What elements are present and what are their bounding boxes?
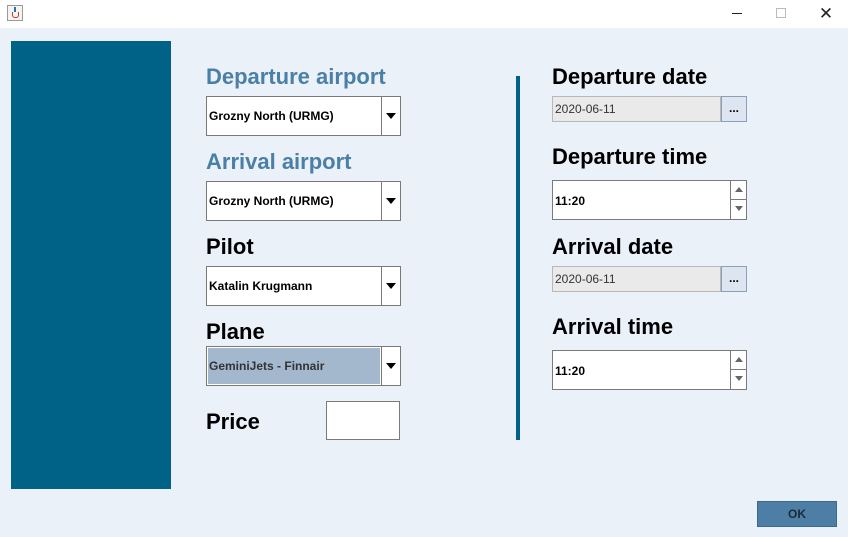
- plane-label: Plane: [206, 319, 265, 344]
- pilot-label: Pilot: [206, 234, 254, 259]
- arrival-airport-value: Grozny North (URMG): [209, 194, 334, 208]
- close-icon: ✕: [818, 4, 834, 24]
- minimize-button[interactable]: [714, 0, 760, 28]
- chevron-up-icon: [735, 187, 743, 192]
- departure-airport-label: Departure airport: [206, 64, 386, 89]
- arrival-time-label: Arrival time: [552, 314, 674, 339]
- departure-time-decrement-button[interactable]: [730, 200, 746, 219]
- arrival-date-value: 2020-06-11: [555, 272, 616, 286]
- arrival-time-spinner[interactable]: 11:20: [552, 350, 747, 390]
- departure-time-label: Departure time: [552, 144, 708, 169]
- arrival-date-field[interactable]: 2020-06-11: [552, 266, 721, 292]
- chevron-down-icon: [735, 376, 743, 381]
- plane-combo[interactable]: GeminiJets - Finnair: [206, 346, 401, 386]
- departure-airport-value: Grozny North (URMG): [209, 109, 334, 123]
- departure-date-value: 2020-06-11: [555, 102, 616, 116]
- plane-dropdown-button[interactable]: [381, 347, 400, 385]
- close-button[interactable]: ✕: [803, 0, 848, 28]
- chevron-down-icon: [386, 283, 396, 289]
- chevron-down-icon: [386, 363, 396, 369]
- column-divider: [516, 76, 520, 440]
- chevron-down-icon: [386, 198, 396, 204]
- price-label: Price: [206, 409, 260, 434]
- arrival-date-label: Arrival date: [552, 234, 674, 259]
- departure-date-label: Departure date: [552, 64, 708, 89]
- arrival-airport-combo[interactable]: Grozny North (URMG): [206, 181, 401, 221]
- java-cup-icon: [7, 5, 23, 21]
- pilot-combo[interactable]: Katalin Krugmann: [206, 266, 401, 306]
- departure-date-field[interactable]: 2020-06-11: [552, 96, 721, 122]
- price-input[interactable]: [326, 401, 400, 440]
- chevron-down-icon: [386, 113, 396, 119]
- chevron-down-icon: [735, 206, 743, 211]
- arrival-airport-label: Arrival airport: [206, 149, 352, 174]
- maximize-button[interactable]: [758, 0, 804, 28]
- ok-button[interactable]: OK: [757, 501, 837, 527]
- arrival-time-value: 11:20: [555, 364, 586, 378]
- departure-time-spinner[interactable]: 11:20: [552, 180, 747, 220]
- arrival-date-picker-button[interactable]: ...: [721, 266, 747, 292]
- pilot-value: Katalin Krugmann: [209, 279, 313, 293]
- side-panel: [11, 41, 171, 489]
- departure-time-value: 11:20: [555, 194, 586, 208]
- arrival-time-increment-button[interactable]: [730, 351, 746, 370]
- pilot-dropdown-button[interactable]: [381, 267, 400, 305]
- departure-date-picker-button[interactable]: ...: [721, 96, 747, 122]
- minimize-icon: [732, 13, 742, 14]
- dialog-content: Departure airport Grozny North (URMG) Ar…: [0, 28, 848, 537]
- arrival-airport-dropdown-button[interactable]: [381, 182, 400, 220]
- departure-airport-combo[interactable]: Grozny North (URMG): [206, 96, 401, 136]
- departure-time-increment-button[interactable]: [730, 181, 746, 200]
- arrival-time-decrement-button[interactable]: [730, 370, 746, 389]
- chevron-up-icon: [735, 357, 743, 362]
- departure-airport-dropdown-button[interactable]: [381, 97, 400, 135]
- plane-value: GeminiJets - Finnair: [209, 359, 325, 373]
- title-bar: ✕: [0, 0, 848, 28]
- maximize-icon: [776, 8, 786, 18]
